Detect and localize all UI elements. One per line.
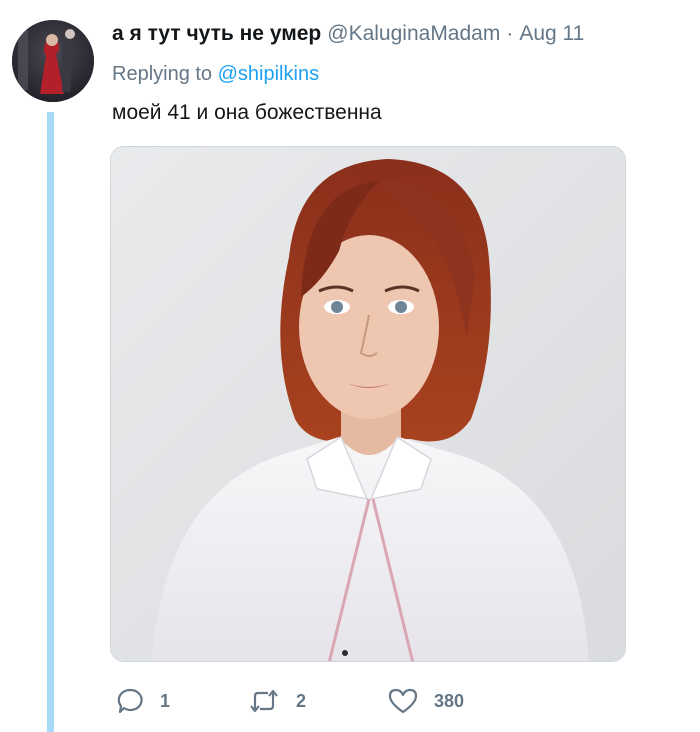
replying-to-link[interactable]: @shipilkins xyxy=(218,63,319,85)
portrait-photo xyxy=(111,147,625,661)
thread-line xyxy=(47,112,54,732)
reply-count: 1 xyxy=(160,691,171,711)
header-separator: · xyxy=(506,22,514,45)
tweet-date[interactable]: Aug 11 xyxy=(519,22,584,45)
user-handle[interactable]: @KaluginaMadam xyxy=(327,22,500,45)
replying-to: Replying to @shipilkins xyxy=(112,60,319,88)
retweet-count: 2 xyxy=(296,691,307,711)
avatar[interactable] xyxy=(12,20,94,102)
avatar-image xyxy=(12,20,94,102)
tweet-actions: 1 2 380 xyxy=(112,684,632,718)
reply-button[interactable]: 1 xyxy=(116,684,170,718)
reply-icon xyxy=(117,688,143,714)
heart-icon xyxy=(388,688,418,714)
display-name[interactable]: а я тут чуть не умер xyxy=(112,22,321,45)
tweet[interactable]: а я тут чуть не умер @KaluginaMadam · Aug 1… xyxy=(0,0,700,732)
retweet-button[interactable]: 2 xyxy=(248,684,306,718)
like-count: 380 xyxy=(434,691,465,711)
tweet-text: моей 41 и она божественна xyxy=(112,101,382,124)
replying-to-label: Replying to xyxy=(112,63,218,85)
tweet-photo[interactable] xyxy=(110,146,626,662)
tweet-header: а я тут чуть не умер @KaluginaMadam · Aug 1… xyxy=(112,20,692,50)
like-button[interactable]: 380 xyxy=(388,684,464,718)
retweet-icon xyxy=(250,689,278,713)
